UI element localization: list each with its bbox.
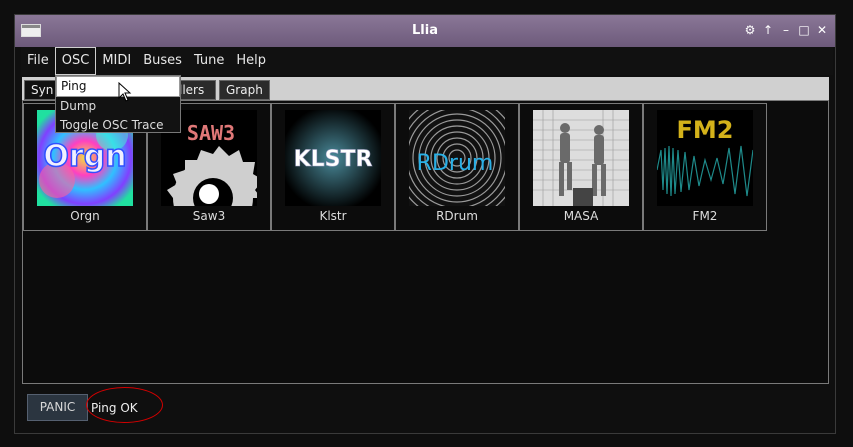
synth-label: RDrum — [436, 209, 478, 223]
panic-button[interactable]: PANIC — [27, 394, 88, 421]
klstr-logo: KLSTR — [285, 110, 381, 206]
menu-file[interactable]: File — [21, 47, 55, 75]
rdrum-logo: RDrum — [409, 110, 505, 206]
svg-text:RDrum: RDrum — [417, 151, 494, 176]
keep-above-icon[interactable]: ↑ — [761, 23, 775, 37]
fm2-logo: FM2 — [657, 110, 753, 206]
menu-tune[interactable]: Tune — [188, 47, 230, 75]
synth-card-rdrum[interactable]: RDrum RDrum — [395, 103, 519, 231]
menu-help[interactable]: Help — [230, 47, 272, 75]
synth-label: MASA — [563, 209, 599, 223]
maximize-icon[interactable]: □ — [797, 23, 811, 37]
menu-bar: File OSC MIDI Buses Tune Help — [21, 47, 833, 75]
synth-label: Orgn — [70, 209, 100, 223]
menu-midi[interactable]: MIDI — [96, 47, 137, 75]
synth-label: FM2 — [692, 209, 718, 223]
title-bar[interactable]: Llia ⚙ ↑ – □ ✕ — [15, 15, 835, 47]
svg-text:FM2: FM2 — [677, 116, 734, 144]
synth-panel: Orgn Orgn SAW3 Saw3 KLSTR Klstr RDrum RD… — [22, 100, 829, 384]
svg-text:Orgn: Orgn — [43, 139, 126, 174]
svg-text:SAW3: SAW3 — [187, 121, 235, 145]
svg-text:KLSTR: KLSTR — [294, 147, 373, 172]
annotation-circle — [86, 387, 163, 423]
status-bar: PANIC Ping OK — [22, 384, 829, 429]
settings-icon[interactable]: ⚙ — [743, 23, 757, 37]
window-title: Llia — [412, 23, 438, 38]
synth-card-masa[interactable]: MASA — [519, 103, 643, 231]
synth-card-klstr[interactable]: KLSTR Klstr — [271, 103, 395, 231]
tab-graph[interactable]: Graph — [219, 80, 270, 100]
mouse-pointer-icon — [118, 82, 132, 102]
masa-logo — [533, 110, 629, 206]
synth-label: Klstr — [319, 209, 347, 223]
minimize-icon[interactable]: – — [779, 23, 793, 37]
menu-osc[interactable]: OSC — [54, 47, 97, 75]
synth-card-fm2[interactable]: FM2 FM2 — [643, 103, 767, 231]
menu-item-toggle-osc-trace[interactable]: Toggle OSC Trace — [56, 116, 180, 135]
close-icon[interactable]: ✕ — [815, 23, 829, 37]
synth-label: Saw3 — [192, 209, 226, 223]
menu-buses[interactable]: Buses — [137, 47, 188, 75]
